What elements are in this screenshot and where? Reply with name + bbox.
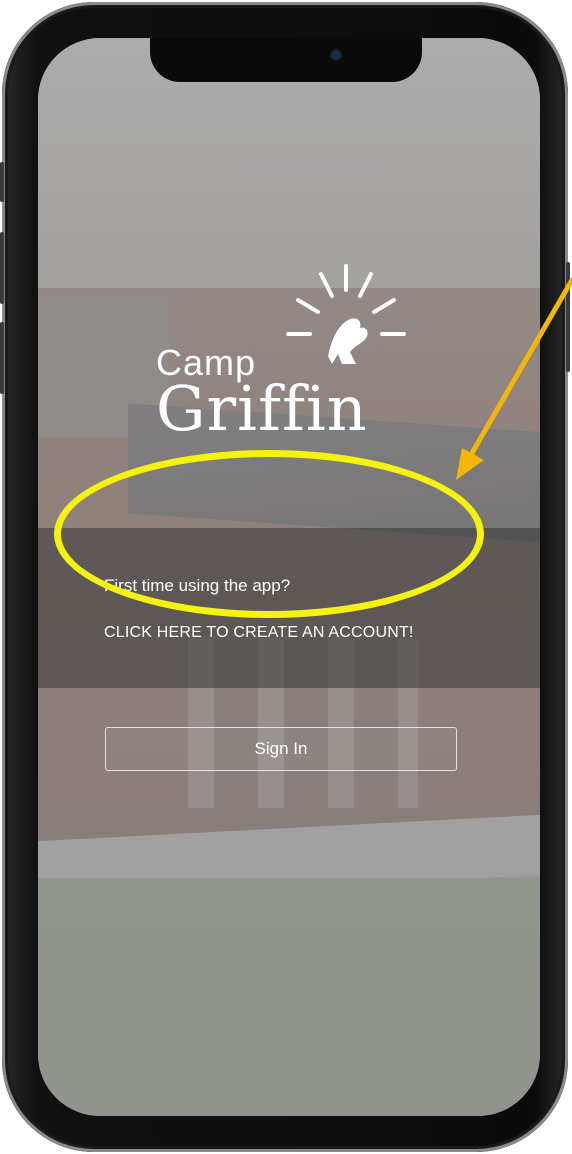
griffin-sunburst-icon [286, 264, 406, 364]
camera-icon [331, 50, 341, 60]
sign-in-button[interactable]: Sign In [105, 727, 457, 771]
camp-griffin-logo: Camp Griffin [156, 260, 416, 450]
highlight-ellipse-annotation [54, 450, 484, 618]
volume-down-button [0, 322, 4, 394]
logo-griffin-text: Griffin [156, 372, 368, 445]
volume-up-button [0, 232, 4, 304]
device-notch [150, 38, 422, 82]
silent-switch [0, 162, 4, 202]
power-button [566, 262, 570, 372]
create-account-link[interactable]: CLICK HERE TO CREATE AN ACCOUNT! [104, 624, 414, 642]
